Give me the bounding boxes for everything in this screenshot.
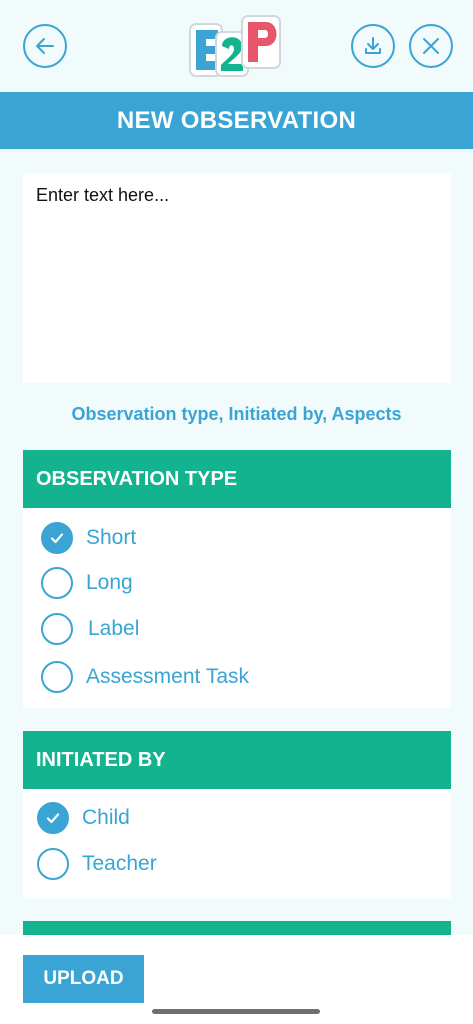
observation-text-placeholder: Enter text here... [36, 185, 170, 205]
check-icon [50, 533, 64, 544]
initiated-by-header[interactable]: INITIATED BY [23, 731, 451, 789]
option-assessment-task[interactable]: Assessment Task [41, 659, 249, 695]
app-logo [189, 15, 281, 77]
arrow-left-icon [36, 38, 54, 54]
bottom-bar: UPLOAD [0, 935, 473, 1024]
download-icon [365, 37, 381, 54]
option-label: Label [88, 617, 140, 640]
option-teacher[interactable]: Teacher [37, 846, 157, 882]
option-label: Child [82, 806, 130, 829]
option-short[interactable]: Short [41, 520, 136, 556]
download-button[interactable] [351, 24, 395, 68]
option-label[interactable]: Label [41, 611, 139, 647]
initiated-by-options: Child Teacher [23, 789, 451, 898]
upload-button[interactable]: UPLOAD [23, 955, 144, 1003]
close-icon [423, 38, 439, 54]
option-label: Teacher [82, 852, 157, 875]
page-title: NEW OBSERVATION [116, 106, 357, 134]
check-icon [46, 813, 60, 824]
close-button[interactable] [409, 24, 453, 68]
page-title-bar: NEW OBSERVATION [0, 92, 473, 149]
option-long[interactable]: Long [41, 565, 133, 601]
back-button[interactable] [23, 24, 67, 68]
tags-summary: Observation type, Initiated by, Aspects [71, 404, 402, 424]
app-header [0, 0, 473, 92]
observation-type-options: Short Long Label Assessment Task [23, 508, 451, 708]
option-child[interactable]: Child [37, 800, 130, 836]
radio-checked[interactable] [41, 522, 73, 554]
radio-unchecked[interactable] [41, 613, 73, 645]
radio-unchecked[interactable] [37, 848, 69, 880]
observation-type-title: OBSERVATION TYPE [36, 467, 238, 490]
option-label: Assessment Task [86, 665, 250, 688]
aspects-header-partial[interactable] [23, 921, 451, 935]
option-label: Long [86, 571, 133, 594]
option-label: Short [86, 526, 137, 549]
radio-unchecked[interactable] [41, 567, 73, 599]
radio-checked[interactable] [37, 802, 69, 834]
initiated-by-title: INITIATED BY [36, 748, 166, 771]
home-indicator [152, 1009, 320, 1014]
logo-letter-p [241, 15, 281, 69]
observation-text-input[interactable]: Enter text here... [23, 173, 451, 383]
radio-unchecked[interactable] [41, 661, 73, 693]
observation-type-header[interactable]: OBSERVATION TYPE [23, 450, 451, 508]
